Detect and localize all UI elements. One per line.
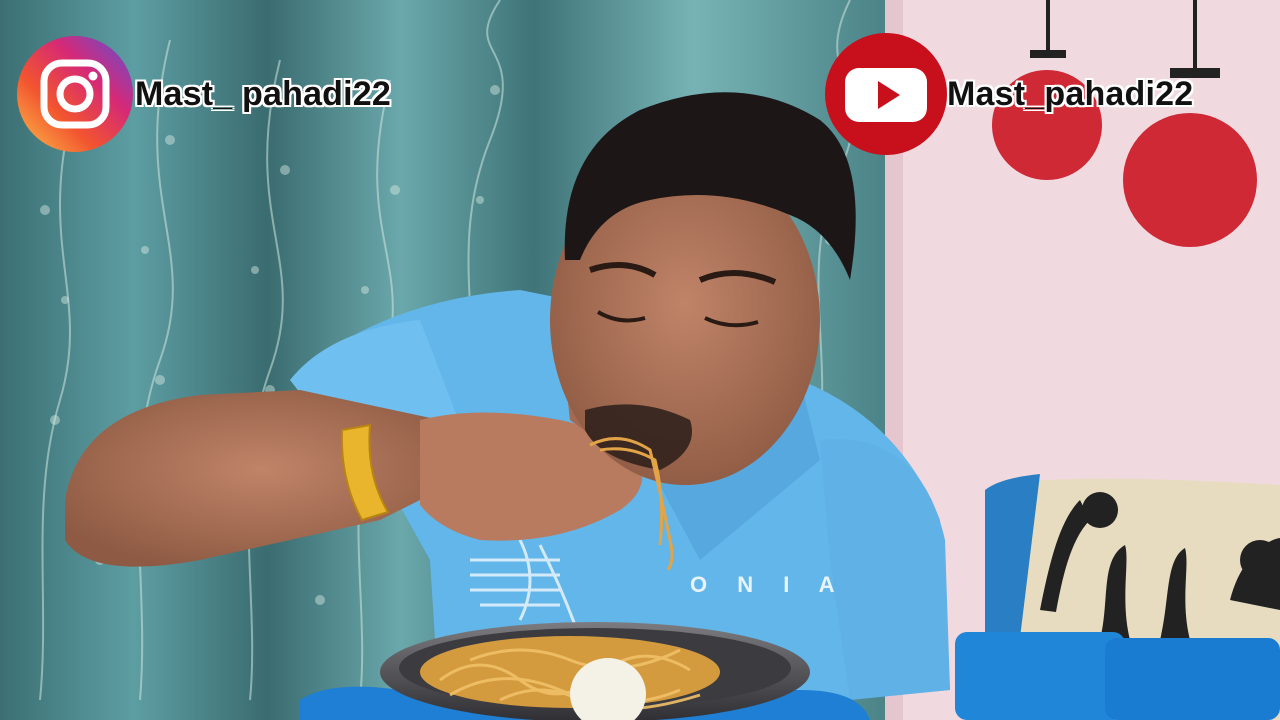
instagram-handle-badge: Mast_ pahadi22 bbox=[17, 36, 391, 152]
instagram-icon bbox=[17, 36, 133, 152]
youtube-icon bbox=[825, 33, 947, 155]
instagram-handle-text: Mast_ pahadi22 bbox=[135, 74, 392, 113]
youtube-handle-text: Mast_pahadi22 bbox=[947, 74, 1194, 113]
shirt-print-text: O N I A bbox=[690, 572, 847, 597]
youtube-handle-badge: Mast_pahadi22 bbox=[825, 33, 1193, 155]
sofa bbox=[955, 474, 1280, 720]
